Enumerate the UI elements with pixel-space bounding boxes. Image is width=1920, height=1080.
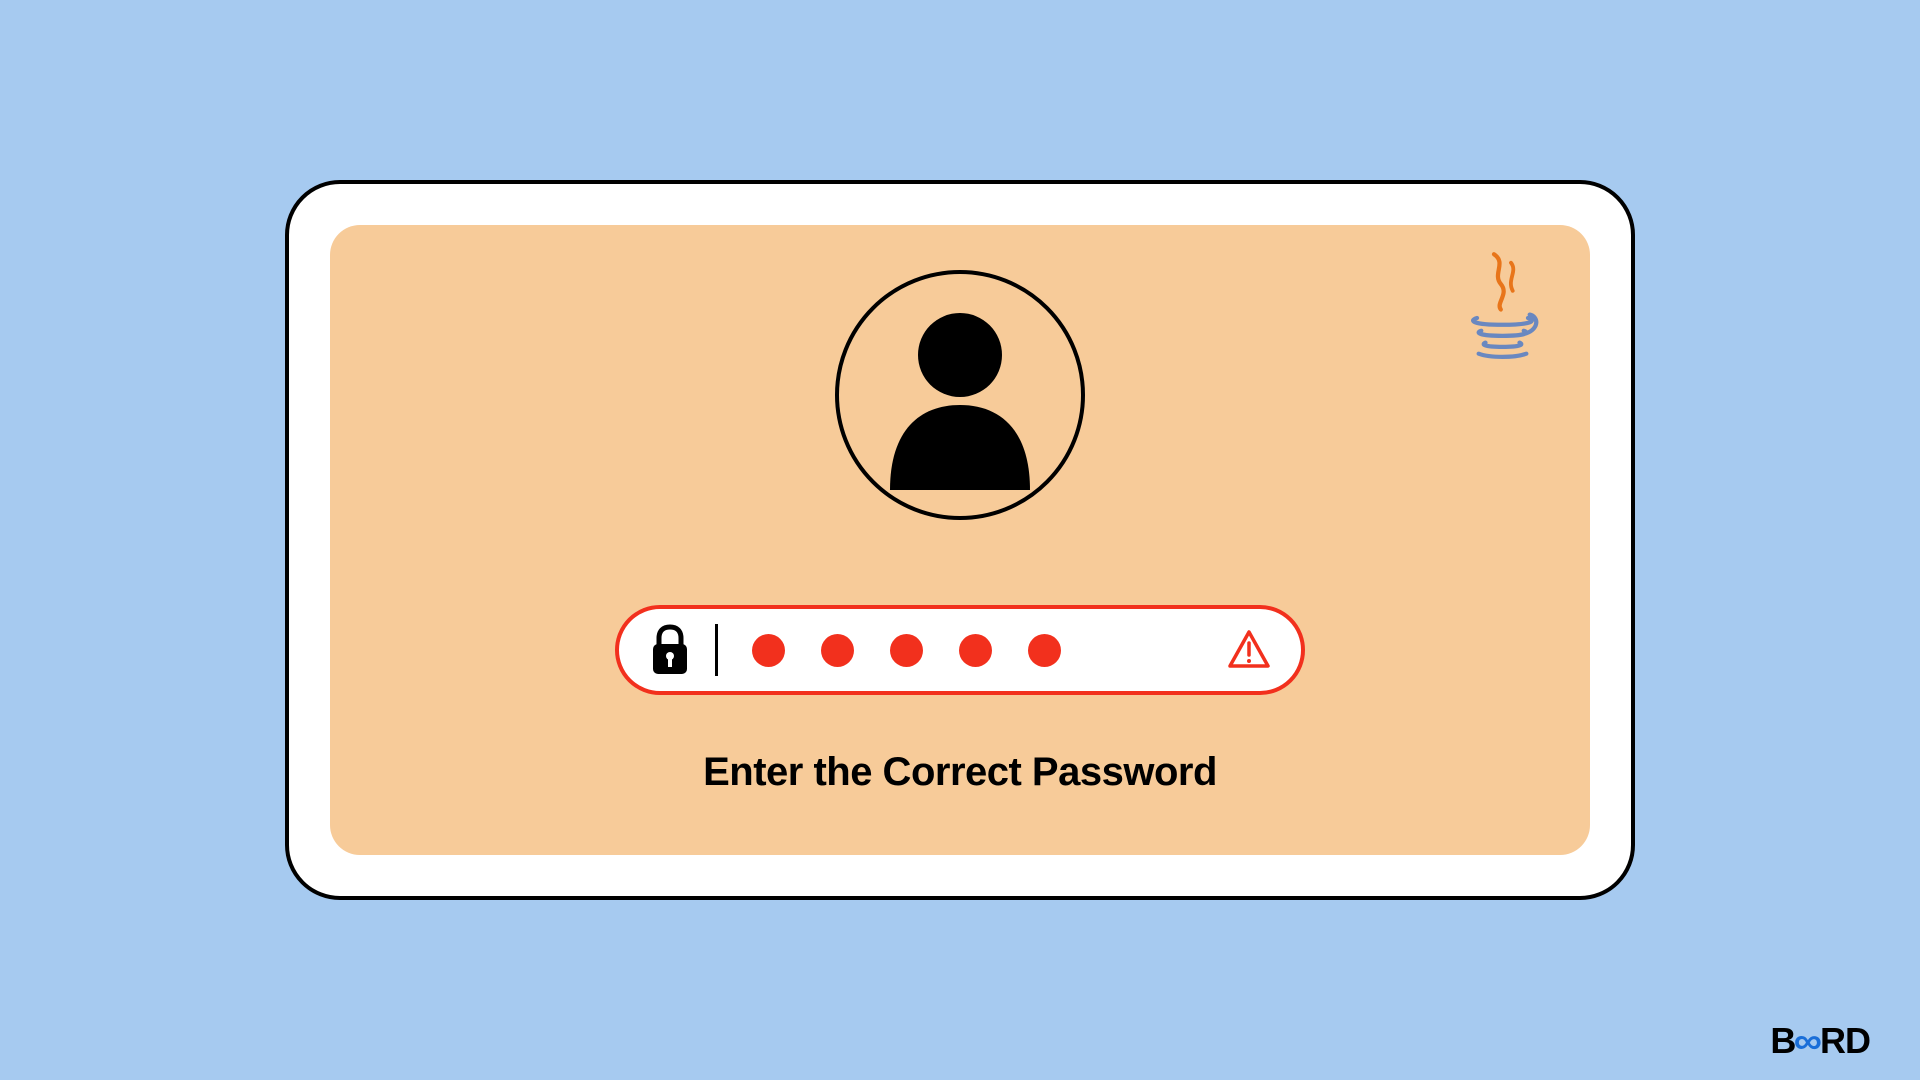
user-avatar bbox=[835, 270, 1085, 520]
brand-prefix: B bbox=[1770, 1020, 1795, 1062]
login-card: Enter the Correct Password bbox=[285, 180, 1635, 900]
board-logo: B∞RD bbox=[1770, 1020, 1870, 1062]
infinity-icon: ∞ bbox=[1794, 1020, 1821, 1062]
warning-triangle-icon bbox=[1227, 628, 1271, 672]
user-icon bbox=[875, 300, 1045, 490]
password-input[interactable] bbox=[615, 605, 1305, 695]
java-icon bbox=[1460, 250, 1545, 360]
password-dot bbox=[752, 634, 785, 667]
lock-icon bbox=[649, 624, 691, 676]
login-panel: Enter the Correct Password bbox=[330, 225, 1590, 855]
brand-suffix: RD bbox=[1820, 1020, 1870, 1062]
password-dots bbox=[742, 634, 1209, 667]
password-dot bbox=[959, 634, 992, 667]
password-dot bbox=[821, 634, 854, 667]
prompt-message: Enter the Correct Password bbox=[703, 750, 1217, 795]
password-dot bbox=[1028, 634, 1061, 667]
input-divider bbox=[715, 624, 718, 676]
password-dot bbox=[890, 634, 923, 667]
